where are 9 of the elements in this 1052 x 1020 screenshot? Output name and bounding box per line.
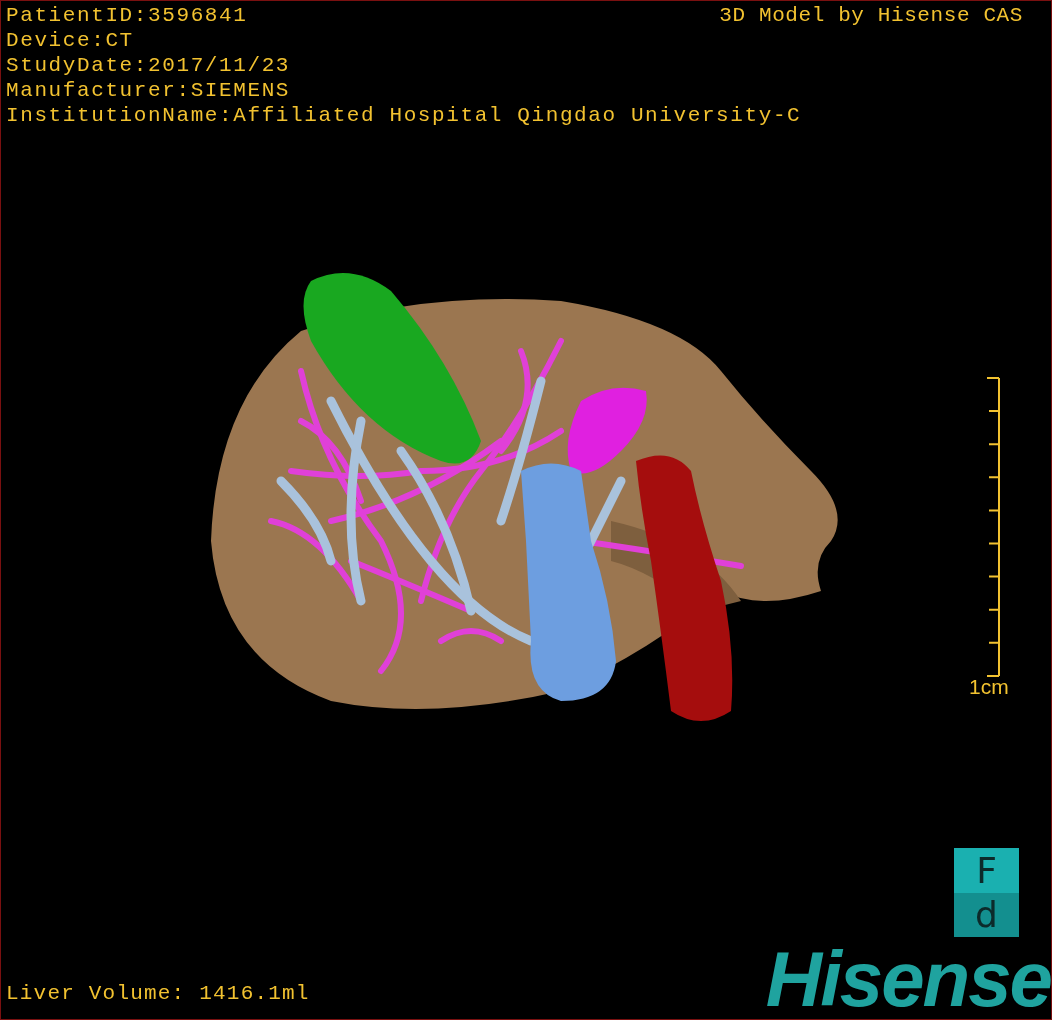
scale-label: 1cm (969, 675, 1009, 699)
patient-info-text: InstitutionName:Affiliated Hospital Qingdao University-C (6, 103, 802, 128)
patient-info-text: StudyDate:2017/11/23 (6, 53, 291, 78)
patient-info-text: Manufacturer:SIEMENS (6, 78, 291, 103)
patient-info-text: Device:CT (6, 28, 134, 53)
logo-text: Hisense (765, 939, 1051, 1019)
patient-info-text: PatientID:3596841 (6, 3, 248, 28)
liver-volume-text: Liver Volume: 1416.1ml (6, 982, 310, 1005)
model-credit-text: 3D Model by Hisense CAS (719, 3, 1023, 28)
